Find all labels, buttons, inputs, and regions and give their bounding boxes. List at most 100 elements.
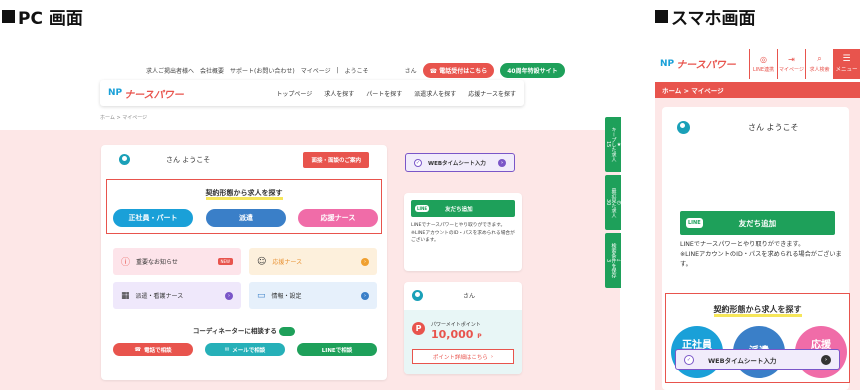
- phone-reception-button[interactable]: ☎ 電話受付はこちら: [422, 63, 495, 78]
- arrow-icon: ›: [361, 291, 369, 300]
- coordinator-title: コーディネーターに相談する: [101, 325, 387, 336]
- sp-mypage-button[interactable]: ⇥ マイページ: [777, 48, 805, 79]
- arrow-icon: ›: [225, 291, 233, 300]
- nav-user-suffix: さん: [404, 68, 417, 75]
- point-label: パワーメイトポイント: [431, 322, 481, 328]
- pc-header: NP ナースパワー トップページ 求人を探す パートを探す 派遣求人を探す 応援ナ…: [100, 80, 524, 106]
- support-nurse-button[interactable]: 応援ナース: [298, 209, 378, 227]
- point-user-name: さん: [463, 293, 476, 300]
- pc-section-title: PC 画面: [2, 4, 83, 29]
- user-icon: [412, 290, 423, 301]
- side-tab-saved-search[interactable]: ⤓ 検索条件を保存 3: [605, 233, 622, 288]
- line-bar-label: 友だち追加: [738, 218, 777, 228]
- menu-label: メニュー: [835, 67, 858, 73]
- nav-link-company[interactable]: 会社概要: [200, 66, 224, 75]
- line-bar-label: 友だち追加: [445, 206, 473, 213]
- arrow-icon: ›: [361, 257, 369, 266]
- sp-line-add-friend-button[interactable]: LINE 友だち追加: [680, 211, 835, 235]
- line-add-friend-button[interactable]: LINE 友だち追加: [411, 200, 515, 217]
- side-tab-recent-jobs[interactable]: ◷ 最近見た求人 30: [605, 175, 622, 230]
- nurse-icon: ☺: [257, 256, 267, 267]
- line-icon: ◎: [760, 54, 767, 64]
- user-icon: [677, 121, 690, 134]
- point-value: 10,000: [431, 328, 474, 341]
- tile-label: 応援ナース: [272, 259, 303, 266]
- contract-search-box: 契約形態から求人を探す 正社員・パート 派遣 応援ナース: [106, 179, 382, 234]
- point-detail-button[interactable]: ポイント詳細はこちら ›: [412, 349, 514, 364]
- line-icon: LINE: [686, 218, 703, 228]
- sp-screen: NP ナースパワー ◎ LINE連携 ⇥ マイページ ⌕ 求人検索 ☰ メニュー ホーム …: [655, 45, 860, 390]
- pc-main-card: さん ようこそ 面接・面談のご案内 契約形態から求人を探す 正社員・パート 派遣…: [101, 145, 387, 380]
- welcome-text: さん ようこそ: [748, 123, 799, 132]
- mainnav-dispatch[interactable]: 派遣求人を探す: [414, 89, 456, 98]
- dispatch-button[interactable]: 派遣: [206, 209, 286, 227]
- mail-consult-button[interactable]: ✉ メールで相談: [205, 343, 285, 356]
- sp-line-description: LINEでナースパワーとやり取りができます。 ※LINEアカウントのID・パスを求…: [680, 241, 842, 268]
- pc-top-nav: 求人ご掲出者様へ 会社概要 サポート(お問い合わせ) マイページ | ようこそ …: [146, 63, 565, 78]
- web-btn-label: WEBタイムシート入力: [428, 160, 486, 167]
- sp-breadcrumb: ホーム > マイページ: [655, 82, 860, 98]
- btn-label: LINEで相談: [321, 347, 353, 354]
- web-btn-label: WEBタイムシート入力: [708, 356, 777, 365]
- logo-np: NP: [660, 58, 675, 69]
- pc-main-nav: トップページ 求人を探す パートを探す 派遣求人を探す 応援ナースを探す: [276, 89, 516, 98]
- tile-dispatch-nurse[interactable]: ▦ 派遣・看護ナース ›: [113, 282, 241, 309]
- sp-section-title: スマホ画面: [655, 4, 756, 29]
- mainnav-top[interactable]: トップページ: [276, 89, 312, 98]
- chat-icon: [279, 326, 296, 336]
- book-icon: ▭: [257, 290, 266, 301]
- phone-consult-button[interactable]: ☎ 電話で相談: [113, 343, 193, 356]
- sp-welcome: さん ようこそ: [677, 121, 799, 134]
- logo[interactable]: NP ナースパワー: [108, 86, 184, 101]
- icon-label: マイページ: [779, 66, 804, 73]
- tab-count: 30: [605, 199, 611, 206]
- anniversary-site-button[interactable]: 40周年特設サイト: [500, 63, 565, 78]
- point-card: さん P パワーメイトポイント 10,000 P ポイント詳細はこちら ›: [404, 282, 522, 374]
- nav-link-mypage[interactable]: マイページ: [301, 66, 331, 75]
- point-user: さん: [412, 290, 475, 301]
- new-badge: NEW: [217, 258, 233, 265]
- pc-welcome: さん ようこそ: [119, 154, 210, 165]
- point-panel: P パワーメイトポイント 10,000 P ポイント詳細はこちら ›: [404, 310, 522, 374]
- sp-job-search-button[interactable]: ⌕ 求人検索: [805, 48, 833, 79]
- phone-reception-label: 電話受付はこちら: [439, 68, 488, 75]
- logo-np: NP: [108, 88, 123, 98]
- tile-important-notice[interactable]: ⓘ 重要なお知らせ NEW: [113, 248, 241, 275]
- nav-link-support[interactable]: サポート(お問い合わせ): [230, 66, 295, 75]
- side-tab-kept-jobs[interactable]: ★ キープした求人 15: [605, 117, 622, 172]
- line-description: LINEでナースパワーとやり取りができます。 ※LINEアカウントのID・パスを求…: [411, 223, 515, 244]
- btn-label: 電話で相談: [144, 347, 172, 354]
- login-icon: ⇥: [788, 54, 795, 64]
- logo-text: ナースパワー: [676, 60, 736, 71]
- sp-web-timesheet-button[interactable]: ✓ WEBタイムシート入力 ›: [675, 349, 840, 370]
- nav-divider: |: [336, 67, 339, 74]
- pc-breadcrumb: ホーム > マイページ: [100, 115, 148, 121]
- icon-label: 求人検索: [809, 67, 830, 73]
- line-consult-button[interactable]: LINEで相談: [297, 343, 377, 356]
- nav-link-advertisers[interactable]: 求人ご掲出者様へ: [146, 66, 194, 75]
- arrow-icon: ›: [821, 354, 831, 365]
- logo-text: ナースパワー: [124, 89, 184, 101]
- web-timesheet-button[interactable]: ✓ WEBタイムシート入力 ›: [405, 153, 515, 172]
- tile-support-nurse[interactable]: ☺ 応援ナース ›: [249, 248, 377, 275]
- mainnav-jobs[interactable]: 求人を探す: [324, 89, 354, 98]
- sp-line-link-button[interactable]: ◎ LINE連携: [749, 48, 777, 79]
- fulltime-part-button[interactable]: 正社員・パート: [113, 209, 193, 227]
- sp-logo[interactable]: NP ナースパワー: [660, 56, 736, 72]
- point-value-row: 10,000 P: [431, 328, 482, 341]
- line-card: LINE 友だち追加 LINEでナースパワーとやり取りができます。 ※LINEアカウ…: [404, 193, 522, 271]
- mainnav-support-nurse[interactable]: 応援ナースを探す: [468, 89, 516, 98]
- tab-count: 15: [605, 141, 611, 148]
- line-icon: LINE: [415, 205, 430, 212]
- point-btn-label: ポイント詳細はこちら: [432, 354, 488, 361]
- point-unit: P: [477, 333, 482, 340]
- anniversary-label: 40周年特設サイト: [507, 68, 558, 75]
- mainnav-part[interactable]: パートを探す: [366, 89, 402, 98]
- arrow-icon: ›: [490, 353, 494, 360]
- nav-welcome: ようこそ: [344, 68, 369, 75]
- sp-menu-button[interactable]: ☰ メニュー: [833, 48, 860, 79]
- tile-info-settings[interactable]: ▭ 情報・設定 ›: [249, 282, 377, 309]
- search-icon: ⌕: [817, 54, 822, 63]
- interview-guide-button[interactable]: 面接・面談のご案内: [303, 152, 369, 168]
- sp-contract-title: 契約形態から求人を探す: [666, 304, 849, 317]
